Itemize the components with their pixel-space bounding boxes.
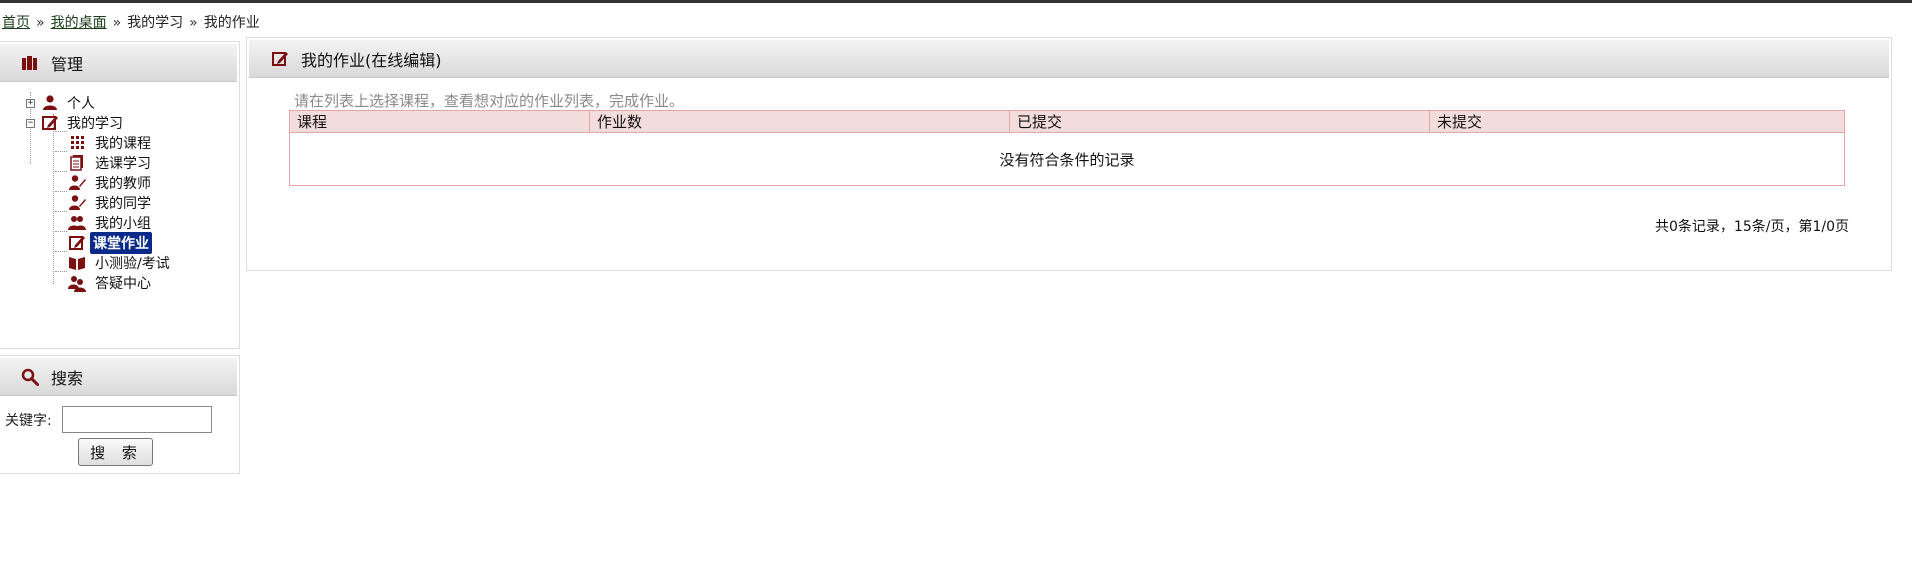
tree-item-label: 我的课程 <box>95 136 151 152</box>
homework-panel-header: 我的作业(在线编辑) <box>249 40 1889 78</box>
manage-panel-header: 管理 <box>0 44 237 82</box>
search-panel-header: 搜索 <box>0 358 237 396</box>
books-icon <box>68 154 86 172</box>
homework-panel-title: 我的作业(在线编辑) <box>301 50 442 70</box>
tree-connector <box>55 231 67 232</box>
tree-item-label: 小测验/考试 <box>95 256 170 272</box>
tree-item-label: 答疑中心 <box>95 276 151 292</box>
homework-panel: 我的作业(在线编辑) 请在列表上选择课程，查看想对应的作业列表，完成作业。 课程… <box>246 37 1892 271</box>
tree-item-label: 个人 <box>67 96 95 112</box>
tree-item-quiz-exam[interactable]: 小测验/考试 <box>68 252 173 274</box>
tree-item-personal[interactable]: + 个人 <box>26 92 98 114</box>
search-panel-title: 搜索 <box>51 368 84 388</box>
search-panel: 搜索 关键字: 搜 索 <box>0 355 240 474</box>
qa-users-icon <box>68 274 86 292</box>
tree-item-course-selection[interactable]: 选课学习 <box>68 152 154 174</box>
instruction-text: 请在列表上选择课程，查看想对应的作业列表，完成作业。 <box>294 92 685 110</box>
tree-item-my-classmates[interactable]: 我的同学 <box>68 192 154 214</box>
tree-item-my-group[interactable]: 我的小组 <box>68 212 154 234</box>
homework-table: 课程 作业数 已提交 未提交 没有符合条件的记录 <box>289 110 1845 186</box>
tree-item-qa-center[interactable]: 答疑中心 <box>68 272 154 294</box>
breadcrumb-separator: » <box>189 15 198 31</box>
tree-item-my-study[interactable]: − 我的学习 <box>26 112 126 134</box>
expand-toggle-icon[interactable]: + <box>26 98 35 108</box>
tree-connector <box>55 171 67 172</box>
tree-connector <box>55 271 67 272</box>
breadcrumb-separator: » <box>112 15 122 31</box>
keyword-label: 关键字: <box>5 412 52 429</box>
table-header-row: 课程 作业数 已提交 未提交 <box>289 110 1845 133</box>
tree-item-label: 我的同学 <box>95 196 151 212</box>
tree-item-label-active: 课堂作业 <box>90 232 152 254</box>
table-row-empty: 没有符合条件的记录 <box>289 132 1845 186</box>
breadcrumb-desktop-link[interactable]: 我的桌面 <box>51 15 107 31</box>
manage-panel: 管理 + 个人 − 我的学习 我的课程 选课学习 我的教师 我的同学 我的小组 … <box>0 41 240 349</box>
edit-icon <box>41 114 59 132</box>
tree-item-label: 我的教师 <box>95 176 151 192</box>
group-icon <box>68 214 86 232</box>
keyword-input[interactable] <box>61 406 212 433</box>
book-icon <box>68 254 86 272</box>
tree-item-my-courses[interactable]: 我的课程 <box>68 132 154 154</box>
manage-panel-title: 管理 <box>51 54 84 74</box>
tree-connector <box>55 151 67 152</box>
empty-message: 没有符合条件的记录 <box>289 132 1845 186</box>
tree-item-class-homework[interactable]: 课堂作业 <box>68 232 152 254</box>
tree-item-label: 选课学习 <box>95 156 151 172</box>
books-icon <box>21 54 39 72</box>
column-header-not-submitted[interactable]: 未提交 <box>1429 110 1845 133</box>
edit-icon <box>68 234 86 252</box>
pagination-summary: 共0条记录，15条/页，第1/0页 <box>1655 219 1849 235</box>
breadcrumb-separator: » <box>36 15 45 31</box>
breadcrumb: 首页 » 我的桌面 » 我的学习 » 我的作业 <box>2 12 260 32</box>
grid-icon <box>68 134 86 152</box>
column-header-course[interactable]: 课程 <box>289 110 590 133</box>
search-row: 关键字: <box>5 406 212 433</box>
breadcrumb-current: 我的作业 <box>203 15 260 31</box>
user-icon <box>41 94 59 112</box>
breadcrumb-home-link[interactable]: 首页 <box>2 15 30 31</box>
tree-item-label: 我的学习 <box>67 116 123 132</box>
breadcrumb-study: 我的学习 <box>127 15 184 31</box>
classmate-icon <box>68 194 86 212</box>
teacher-icon <box>68 174 86 192</box>
column-header-submitted[interactable]: 已提交 <box>1009 110 1430 133</box>
search-icon <box>21 368 39 386</box>
tree-connector <box>55 251 67 252</box>
tree-connector <box>55 211 67 212</box>
tree-connector <box>53 114 54 284</box>
search-button[interactable]: 搜 索 <box>78 438 153 466</box>
edit-icon <box>271 50 289 68</box>
collapse-toggle-icon[interactable]: − <box>26 118 35 128</box>
tree-item-my-teachers[interactable]: 我的教师 <box>68 172 154 194</box>
column-header-homework-count[interactable]: 作业数 <box>589 110 1010 133</box>
tree-connector <box>55 191 67 192</box>
tree-item-label: 我的小组 <box>95 216 151 232</box>
